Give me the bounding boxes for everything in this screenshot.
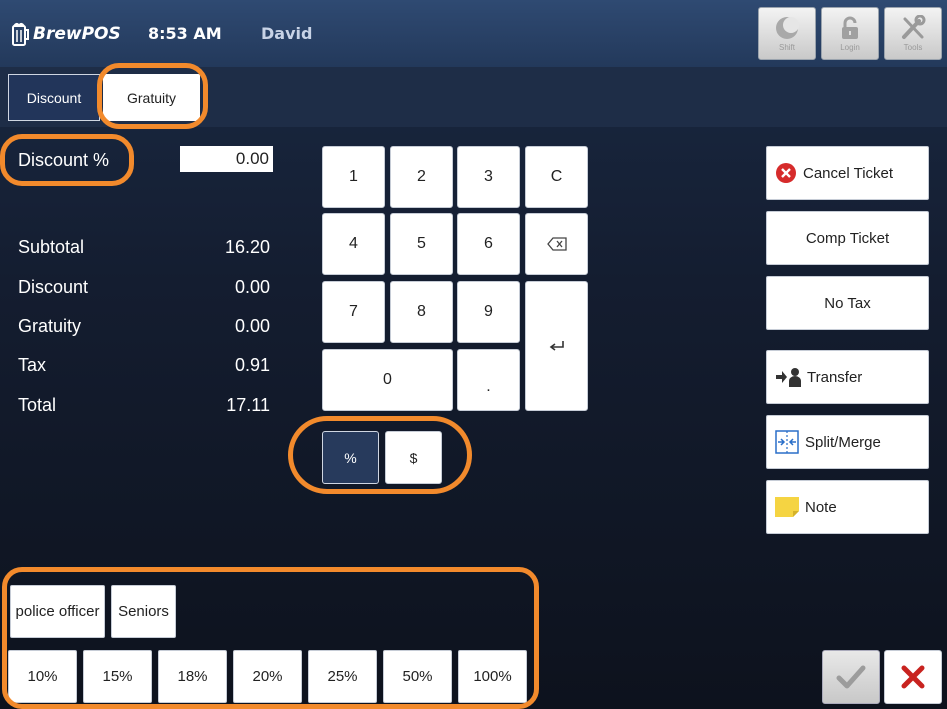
top-bar: BrewPOS 8:53 AM David Shift Login Tools xyxy=(0,0,947,67)
preset-percent-18[interactable]: 18% xyxy=(158,650,227,703)
transfer-person-icon xyxy=(775,367,801,387)
preset-percent-100[interactable]: 100% xyxy=(458,650,527,703)
summary-row-gratuity: Gratuity 0.00 xyxy=(18,316,270,337)
login-button[interactable]: Login xyxy=(821,7,879,60)
summary-row-subtotal: Subtotal 16.20 xyxy=(18,237,270,258)
key-8[interactable]: 8 xyxy=(390,281,453,343)
tools-icon xyxy=(902,15,926,39)
note-label: Note xyxy=(805,498,837,516)
close-icon xyxy=(901,665,925,689)
tools-button[interactable]: Tools xyxy=(884,7,942,60)
summary-value: 0.00 xyxy=(234,277,270,297)
summary-label: Discount xyxy=(18,277,89,297)
login-label: Login xyxy=(840,43,860,52)
summary-label: Tax xyxy=(18,355,47,375)
preset-seniors[interactable]: Seniors xyxy=(111,585,176,638)
preset-percent-20[interactable]: 20% xyxy=(233,650,302,703)
summary-value: 0.91 xyxy=(234,355,270,375)
tab-bar: Discount Gratuity xyxy=(0,67,947,127)
preset-percent-10[interactable]: 10% xyxy=(8,650,77,703)
summary-value: 0.00 xyxy=(234,316,270,336)
preset-percent-25[interactable]: 25% xyxy=(308,650,377,703)
dollar-mode-button[interactable]: $ xyxy=(385,431,442,484)
key-5[interactable]: 5 xyxy=(390,213,453,275)
key-backspace[interactable] xyxy=(525,213,588,275)
summary-row-total: Total 17.11 xyxy=(18,395,270,416)
key-7[interactable]: 7 xyxy=(322,281,385,343)
tab-discount[interactable]: Discount xyxy=(8,74,100,121)
summary-label: Gratuity xyxy=(18,316,82,336)
cancel-ticket-label: Cancel Ticket xyxy=(803,164,894,182)
confirm-button[interactable] xyxy=(822,650,880,704)
current-user: David xyxy=(261,24,313,43)
key-clear[interactable]: C xyxy=(525,146,588,208)
enter-icon xyxy=(549,341,564,351)
key-enter[interactable] xyxy=(525,281,588,411)
transfer-button[interactable]: Transfer xyxy=(766,350,929,404)
summary-row-tax: Tax 0.91 xyxy=(18,355,270,376)
key-2[interactable]: 2 xyxy=(390,146,453,208)
shift-label: Shift xyxy=(778,43,795,52)
key-4[interactable]: 4 xyxy=(322,213,385,275)
split-merge-label: Split/Merge xyxy=(805,433,881,451)
preset-percent-15[interactable]: 15% xyxy=(83,650,152,703)
moon-icon xyxy=(776,17,799,39)
split-merge-icon xyxy=(775,430,799,454)
key-decimal[interactable]: . xyxy=(457,349,520,411)
summary-label: Total xyxy=(18,395,57,415)
discount-percent-label: Discount % xyxy=(18,150,110,170)
no-tax-button[interactable]: No Tax xyxy=(766,276,929,330)
cancel-icon xyxy=(775,162,797,184)
summary-value: 17.11 xyxy=(226,395,270,415)
summary-row-discount: Discount 0.00 xyxy=(18,277,270,298)
highlight-ring-mode-buttons xyxy=(288,416,472,494)
key-3[interactable]: 3 xyxy=(457,146,520,208)
backspace-icon xyxy=(546,237,567,251)
preset-police-officer[interactable]: police officer xyxy=(10,585,105,638)
key-0[interactable]: 0 xyxy=(322,349,453,411)
app-name: BrewPOS xyxy=(33,24,121,44)
cancel-ticket-button[interactable]: Cancel Ticket xyxy=(766,146,929,200)
close-button[interactable] xyxy=(884,650,942,704)
note-button[interactable]: Note xyxy=(766,480,929,534)
key-1[interactable]: 1 xyxy=(322,146,385,208)
unlock-icon xyxy=(842,16,858,39)
checkmark-icon xyxy=(836,665,866,689)
key-9[interactable]: 9 xyxy=(457,281,520,343)
comp-ticket-button[interactable]: Comp Ticket xyxy=(766,211,929,265)
discount-value-field[interactable]: 0.00 xyxy=(180,146,273,172)
split-merge-button[interactable]: Split/Merge xyxy=(766,415,929,469)
note-icon xyxy=(775,497,799,517)
summary-label: Subtotal xyxy=(18,237,85,257)
summary-value: 16.20 xyxy=(224,237,270,257)
tab-gratuity[interactable]: Gratuity xyxy=(103,74,200,121)
tools-label: Tools xyxy=(903,43,923,52)
shift-button[interactable]: Shift xyxy=(758,7,816,60)
percent-mode-button[interactable]: % xyxy=(322,431,379,484)
app-logo: BrewPOS xyxy=(12,20,121,48)
transfer-label: Transfer xyxy=(807,368,863,386)
clock-time: 8:53 AM xyxy=(148,24,222,43)
preset-percent-50[interactable]: 50% xyxy=(383,650,452,703)
beer-mug-icon xyxy=(12,22,29,46)
key-6[interactable]: 6 xyxy=(457,213,520,275)
